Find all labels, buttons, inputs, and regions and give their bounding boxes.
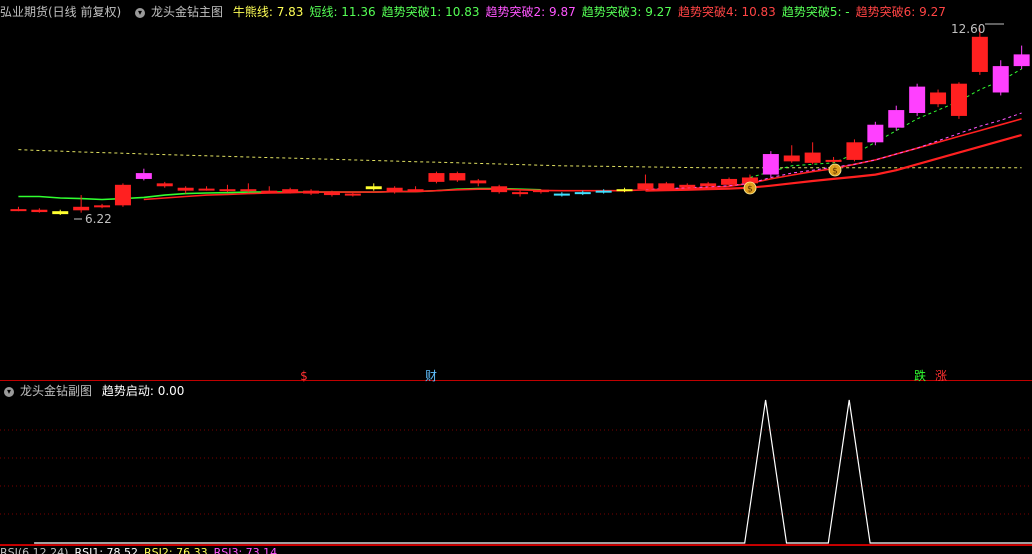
- candle-body: [846, 142, 863, 160]
- candle-body: [386, 187, 403, 193]
- candle-body: [470, 180, 487, 184]
- candle-body: [867, 124, 884, 143]
- candle-body: [407, 189, 424, 192]
- candle-body: [721, 178, 738, 185]
- sub-indicator-value: 趋势启动: 0.00: [101, 384, 185, 398]
- candle-body: [156, 183, 173, 187]
- candle-body: [303, 190, 320, 194]
- candle-body: [553, 193, 570, 196]
- signal-dollar-mark: $: [300, 369, 308, 383]
- candle-body: [114, 184, 131, 206]
- candle-body: [31, 209, 48, 213]
- candle-body: [992, 66, 1009, 93]
- candle-body: [930, 92, 947, 105]
- line-牛熊线: [18, 149, 1022, 169]
- candle-body: [512, 192, 529, 195]
- candle-body: [825, 159, 842, 162]
- candle-body: [888, 110, 905, 128]
- dropdown-circle-icon[interactable]: ▾: [4, 386, 14, 397]
- candle-body: [261, 190, 278, 193]
- candle-body: [762, 154, 779, 175]
- candle-body: [73, 206, 90, 211]
- candle-body: [135, 173, 152, 179]
- candle-body: [94, 205, 111, 208]
- candle-body: [1013, 54, 1030, 67]
- candle-body: [616, 189, 633, 192]
- candle-body: [783, 155, 800, 162]
- candle-body: [909, 86, 926, 113]
- candle-body: [700, 183, 717, 187]
- trend-start-line: [34, 399, 1032, 544]
- money-bag-icon: $: [747, 185, 753, 195]
- candle-body: [240, 189, 257, 192]
- sub-indicator-name[interactable]: 龙头金钻副图: [20, 384, 92, 398]
- signal-die-mark: 跌: [914, 368, 926, 383]
- candle-body: [595, 190, 612, 193]
- signal-zhang-mark: 涨: [935, 368, 947, 383]
- candle-body: [637, 183, 654, 190]
- candle-body: [219, 189, 236, 192]
- candle-body: [449, 173, 466, 181]
- candle-body: [532, 189, 549, 193]
- candle-body: [679, 184, 696, 188]
- candle-body: [323, 192, 340, 196]
- candle-body: [52, 211, 69, 215]
- candle-body: [491, 186, 508, 193]
- candle-body: [282, 189, 299, 193]
- sub-chart-header: ▾ 龙头金钻副图 趋势启动: 0.00: [0, 382, 190, 400]
- low-price-label: 6.22: [85, 212, 112, 226]
- high-price-label: 12.60: [951, 22, 985, 36]
- candle-body: [804, 152, 821, 163]
- candle-body: [177, 187, 194, 191]
- candle-body: [365, 186, 382, 190]
- candle-body: [971, 36, 988, 72]
- chart-canvas: 12.60 6.22 $ 财 跌涨 $ $: [0, 22, 1032, 545]
- money-bag-icon: $: [832, 167, 838, 177]
- candle-body: [658, 183, 675, 190]
- candle-body: [574, 192, 591, 195]
- signal-cai-mark: 财: [425, 369, 437, 383]
- candle-body: [428, 173, 445, 182]
- candle-body: [198, 188, 215, 191]
- candle-body: [10, 209, 27, 212]
- line-趋势突破1: [143, 118, 1022, 201]
- candle-body: [950, 83, 967, 116]
- candle-body: [344, 193, 361, 196]
